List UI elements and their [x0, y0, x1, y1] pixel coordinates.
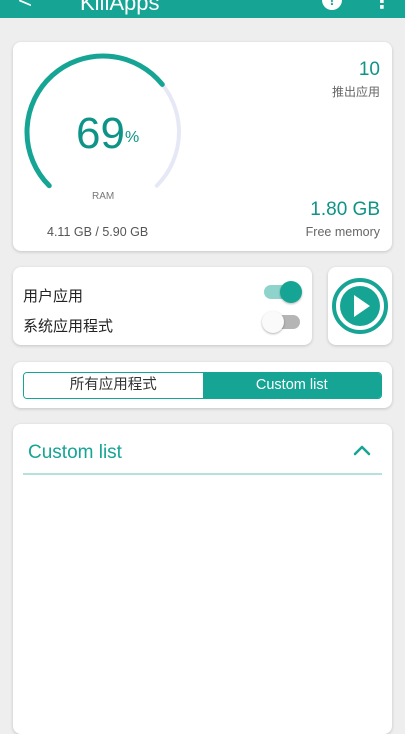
chevron-up-icon[interactable]	[353, 443, 371, 457]
divider	[23, 473, 382, 475]
killed-apps-label: 推出应用	[331, 85, 380, 99]
ram-percent: 69%	[76, 110, 139, 158]
switch-knob	[262, 311, 284, 333]
app-bar: < KillApps ! ⋮	[0, 0, 405, 18]
system-apps-label: 系统应用程式	[23, 318, 114, 335]
list-tabs-card: 所有应用程式 Custom list	[13, 362, 392, 408]
free-memory-label: Free memory	[305, 225, 380, 239]
user-apps-label: 用户应用	[23, 288, 84, 305]
system-apps-switch[interactable]	[262, 311, 300, 333]
app-type-toggles: 用户应用 系统应用程式	[13, 267, 312, 345]
tab-all-apps[interactable]: 所有应用程式	[24, 373, 203, 398]
custom-list-panel: Custom list	[13, 424, 392, 734]
user-apps-switch[interactable]	[264, 281, 302, 303]
free-memory-value: 1.80 GB	[310, 199, 380, 220]
killed-apps-count: 10	[358, 59, 380, 80]
ram-percent-sign: %	[124, 129, 140, 146]
list-tabs: 所有应用程式 Custom list	[23, 372, 382, 399]
memory-card: 69% RAM 4.11 GB / 5.90 GB 10 推出应用 1.80 G…	[13, 42, 392, 251]
ram-percent-value: 69	[76, 109, 125, 158]
ram-label: RAM	[92, 191, 115, 202]
more-options-icon[interactable]: ⋮	[372, 0, 392, 14]
custom-list-title: Custom list	[28, 442, 122, 463]
back-button[interactable]: <	[18, 0, 32, 13]
kill-card	[328, 267, 392, 345]
ram-usage: 4.11 GB / 5.90 GB	[47, 225, 149, 239]
tab-custom-list[interactable]: Custom list	[202, 373, 381, 398]
info-icon[interactable]: !	[322, 0, 342, 10]
switch-knob	[280, 281, 302, 303]
play-icon[interactable]	[331, 277, 389, 335]
app-title: KillApps	[80, 0, 160, 15]
